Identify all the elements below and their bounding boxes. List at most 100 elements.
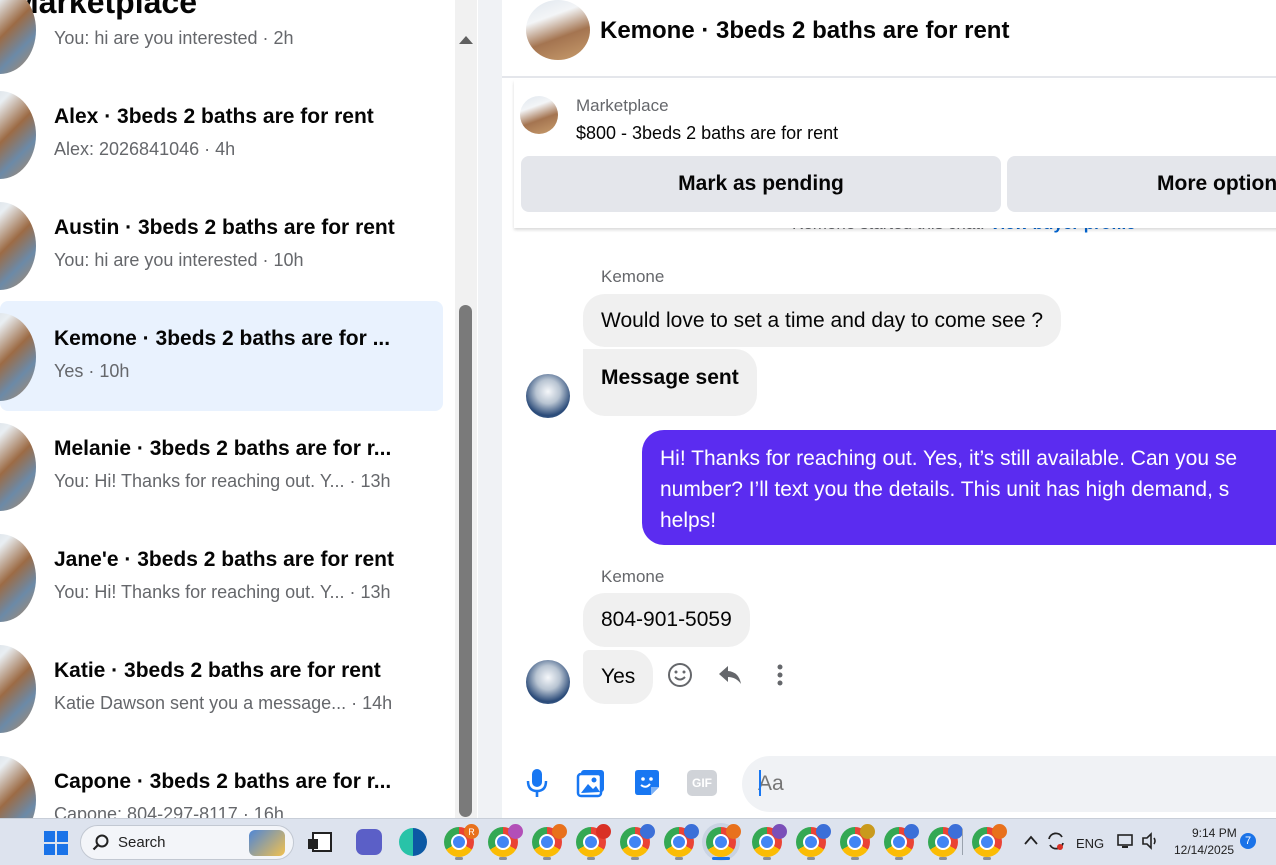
running-indicator (499, 857, 507, 860)
conversation-item-katie[interactable]: Katie · 3beds 2 baths are for rent Katie… (0, 633, 443, 743)
sender-avatar[interactable] (526, 660, 570, 704)
chrome-profile-icon[interactable] (840, 824, 875, 857)
more-actions-icon[interactable] (767, 662, 793, 688)
conversation-item-kemone[interactable]: Kemone · 3beds 2 baths are for ... Yes ·… (0, 301, 443, 411)
chat-panel: Kemone · 3beds 2 baths are for rent Kemo… (502, 0, 1276, 818)
task-view-icon[interactable] (308, 832, 332, 852)
sticker-icon[interactable] (632, 766, 662, 800)
incoming-message[interactable]: Message sent (583, 349, 757, 416)
clock-date[interactable]: 12/14/2025 (1174, 843, 1234, 857)
teams-icon[interactable] (356, 829, 382, 855)
running-indicator (939, 857, 947, 860)
listing-source-label: Marketplace (576, 96, 669, 115)
scrollbar-thumb[interactable] (459, 305, 472, 817)
chrome-profile-icon[interactable] (620, 824, 655, 857)
reply-icon[interactable] (717, 662, 743, 688)
conversation-scrollbar[interactable] (455, 0, 477, 818)
notification-badge[interactable]: 7 (1240, 833, 1256, 849)
listing-thumbnail (0, 534, 36, 622)
conversation-name: Kemone · 3beds 2 baths are for ... (54, 327, 391, 350)
running-indicator (543, 857, 551, 860)
running-indicator (895, 857, 903, 860)
message-sender: Kemone (601, 267, 665, 286)
outgoing-message[interactable]: Hi! Thanks for reaching out. Yes, it’s s… (642, 430, 1276, 545)
listing-avatar[interactable] (526, 0, 590, 60)
chrome-profile-icon[interactable] (752, 824, 787, 857)
more-options-button[interactable]: More options (1007, 156, 1276, 212)
scroll-up-arrow-icon[interactable] (459, 36, 473, 44)
conversation-preview: You: hi are you interested · 10h (54, 250, 304, 270)
listing-thumbnail[interactable] (520, 96, 558, 134)
mark-as-pending-button[interactable]: Mark as pending (521, 156, 1001, 212)
conversation-item-alex[interactable]: Alex · 3beds 2 baths are for rent Alex: … (0, 79, 443, 189)
gif-icon[interactable]: GIF (686, 766, 718, 800)
clock-time[interactable]: 9:14 PM (1192, 826, 1237, 840)
search-icon (92, 834, 109, 851)
taskbar-separator (962, 829, 963, 855)
conversation-name: Katie · 3beds 2 baths are for rent (54, 659, 381, 682)
network-icon[interactable] (1116, 831, 1136, 851)
sync-icon[interactable] (1046, 831, 1066, 851)
message-input[interactable] (758, 768, 1158, 800)
photo-gallery-icon[interactable] (576, 766, 606, 800)
running-indicator (763, 857, 771, 860)
conversation-name: Alex · 3beds 2 baths are for rent (54, 105, 374, 128)
taskbar-search[interactable]: Search (80, 825, 294, 860)
conversation-item-janee[interactable]: Jane'e · 3beds 2 baths are for rent You:… (0, 522, 443, 632)
conversation-name: Capone · 3beds 2 baths are for r... (54, 770, 392, 793)
incoming-message[interactable]: Yes (583, 650, 654, 704)
outgoing-message-line: Hi! Thanks for reaching out. Yes, it’s s… (660, 447, 1238, 470)
chrome-profile-icon[interactable] (664, 824, 699, 857)
language-indicator[interactable]: ENG (1076, 836, 1104, 851)
running-indicator (807, 857, 815, 860)
listing-thumbnail (0, 756, 36, 818)
incoming-message[interactable]: Would love to set a time and day to come… (583, 294, 1062, 347)
search-label: Search (118, 834, 166, 851)
message-composer[interactable] (742, 756, 1276, 812)
chrome-profile-icon[interactable] (532, 824, 567, 857)
listing-thumbnail (0, 313, 36, 401)
gif-label: GIF (687, 770, 717, 796)
listing-thumbnail (0, 423, 36, 511)
chat-title[interactable]: Kemone · 3beds 2 baths are for rent (600, 17, 1009, 45)
incoming-message[interactable]: 804-901-5059 (583, 593, 750, 647)
messenger-window: Marketplace You: hi are you interested ·… (0, 0, 1276, 818)
sender-avatar[interactable] (526, 374, 570, 418)
edge-icon[interactable] (399, 828, 427, 856)
more-options-label: More options (1157, 172, 1276, 195)
running-indicator (631, 857, 639, 860)
running-indicator (983, 857, 991, 860)
outgoing-message-line: number? I’ll text you the details. This … (660, 478, 1230, 501)
microphone-icon[interactable] (522, 766, 552, 800)
chrome-profile-icon[interactable] (488, 824, 523, 857)
conversation-item-melanie[interactable]: Melanie · 3beds 2 baths are for r... You… (0, 411, 443, 521)
chrome-profile-icon[interactable] (576, 824, 611, 857)
outgoing-message-line: helps! (660, 509, 717, 532)
chrome-profile-icon[interactable]: R (444, 824, 479, 857)
chrome-profile-icon[interactable] (972, 824, 1007, 857)
conversation-preview: Katie Dawson sent you a message... · 14h (54, 693, 393, 713)
chevron-up-icon[interactable] (1024, 835, 1038, 845)
listing-thumbnail (0, 645, 36, 733)
chrome-profile-icon[interactable] (796, 824, 831, 857)
chrome-profile-icon[interactable] (884, 824, 919, 857)
chrome-profile-icon[interactable] (928, 824, 963, 857)
active-window-indicator (712, 857, 730, 860)
conversation-item-austin[interactable]: Austin · 3beds 2 baths are for rent You:… (0, 190, 443, 300)
conversation-preview: You: Hi! Thanks for reaching out. Y... ·… (54, 582, 391, 602)
chrome-profile-icon-active[interactable] (706, 824, 741, 857)
conversation-item[interactable]: You: hi are you interested · 2h (0, 0, 443, 84)
message-actions (667, 660, 793, 690)
panel-divider (478, 0, 502, 818)
conversation-preview: You: hi are you interested · 2h (54, 28, 294, 48)
listing-thumbnail (0, 0, 36, 74)
chat-header: Kemone · 3beds 2 baths are for rent (502, 0, 1276, 78)
conversation-item-capone[interactable]: Capone · 3beds 2 baths are for r... Capo… (0, 744, 443, 818)
listing-title[interactable]: $800 - 3beds 2 baths are for rent (576, 123, 838, 144)
react-emoji-icon[interactable] (667, 662, 693, 688)
conversation-preview: Yes · 10h (54, 361, 130, 381)
running-indicator (851, 857, 859, 860)
listing-thumbnail (0, 91, 36, 179)
windows-start-icon[interactable] (44, 831, 68, 855)
volume-icon[interactable] (1140, 831, 1160, 851)
